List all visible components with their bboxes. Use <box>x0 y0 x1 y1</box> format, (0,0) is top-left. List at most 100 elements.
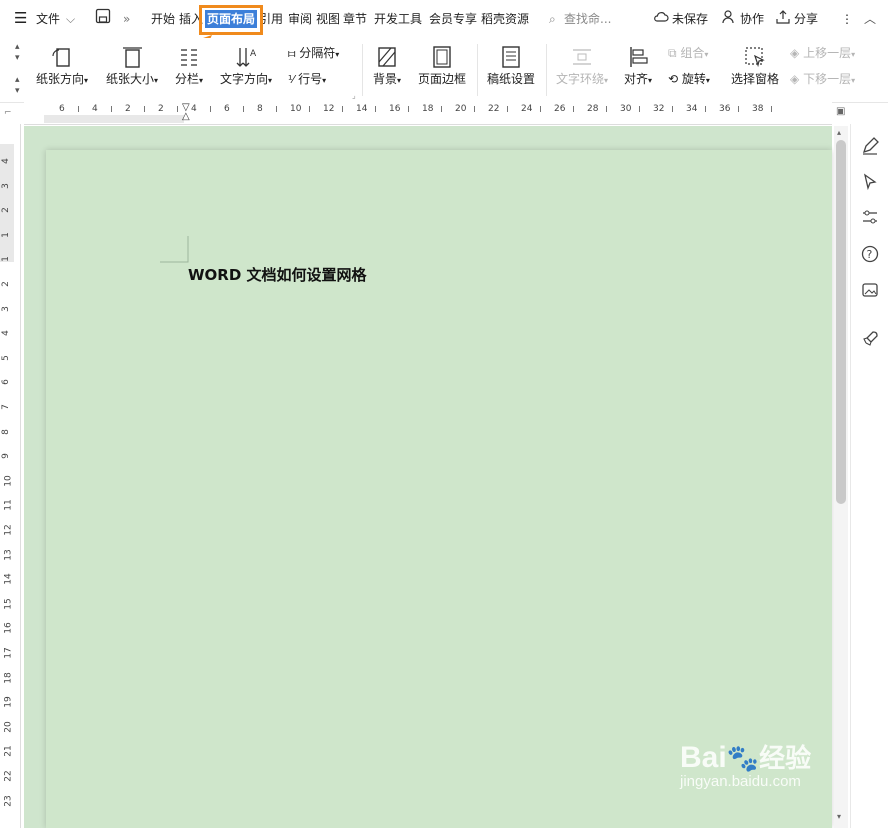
indent-marker-icon[interactable]: ▽ △ <box>182 103 190 122</box>
hamburger-icon[interactable]: ☰ <box>14 9 27 27</box>
ruler-tick <box>78 106 79 112</box>
ruler-number: 10 <box>3 475 14 487</box>
text-direction-button[interactable]: A 文字方向▾ <box>220 44 272 87</box>
baidu-watermark: Bai🐾经验 jingyan.baidu.com <box>680 741 812 790</box>
tab-member[interactable]: 会员专享 <box>429 10 477 28</box>
line-number-button[interactable]: ⅟ 行号▾ <box>288 70 326 87</box>
ruler-number: 4 <box>0 158 11 164</box>
page-border-button[interactable]: 页面边框 <box>418 44 466 87</box>
vertical-ruler[interactable]: 4 3 2 1 1 2 3 4 5 6 7 8 9 10 11 12 13 14 15 16 17 18 19 20 21 22 2… <box>0 124 21 828</box>
ruler-tick <box>771 106 772 112</box>
columns-icon <box>181 49 198 66</box>
ruler-number: 15 <box>3 598 14 610</box>
ruler-number: 22 <box>3 770 14 782</box>
ruler-number: 20 <box>455 104 467 114</box>
share-button[interactable]: 分享 <box>794 10 818 28</box>
ruler-number: 21 <box>3 745 14 758</box>
ruler-number: 13 <box>3 548 14 561</box>
more-tabs-icon[interactable]: » <box>123 10 130 28</box>
align-button[interactable]: 对齐▾ <box>624 44 652 87</box>
ruler-tick <box>309 106 310 112</box>
ruler-number: 14 <box>356 104 368 114</box>
ruler-number: 10 <box>290 104 302 114</box>
cursor-icon[interactable] <box>861 173 879 191</box>
sliders-icon[interactable] <box>861 208 879 226</box>
ruler-corner[interactable]: ⌐ <box>4 108 12 118</box>
ruler-number: 26 <box>554 104 566 114</box>
document-title-text[interactable]: WORD 文档如何设置网格 <box>188 264 367 285</box>
tab-home[interactable]: 开始 <box>151 10 175 28</box>
ruler-number: 19 <box>3 696 14 708</box>
send-backward-button[interactable]: ◈ 下移一层▾ <box>790 70 855 87</box>
send-backward-icon: ◈ <box>790 72 800 86</box>
ruler-number: 18 <box>422 104 434 114</box>
selection-pane-icon <box>745 47 765 68</box>
file-menu[interactable]: 文件 <box>36 10 60 28</box>
tab-review[interactable]: 审阅 <box>288 10 312 28</box>
bring-forward-button[interactable]: ◈ 上移一层▾ <box>790 44 855 61</box>
image-icon[interactable] <box>861 281 879 299</box>
paper-size-icon <box>123 47 143 68</box>
help-icon[interactable]: ? <box>861 245 879 263</box>
scroll-down-icon[interactable]: ▾ <box>837 812 841 821</box>
ruler-number: 20 <box>3 721 14 733</box>
ruler-number: 17 <box>3 647 14 659</box>
separator-button[interactable]: ⧦ 分隔符▾ <box>288 44 339 61</box>
dialog-launcher-icon[interactable]: ⌟ <box>352 91 356 100</box>
tab-developer[interactable]: 开发工具 <box>374 10 422 28</box>
ruler-number: 16 <box>389 104 401 114</box>
ruler-number: 4 <box>92 104 98 114</box>
rotate-button[interactable]: ⟲ 旋转▾ <box>668 70 710 87</box>
orientation-icon <box>52 48 70 67</box>
ruler-tick <box>408 106 409 112</box>
ruler-tick <box>210 106 211 112</box>
scrollbar-thumb[interactable] <box>836 140 846 504</box>
paper-size-button[interactable]: 纸张大小▾ <box>106 44 158 87</box>
more-options-icon[interactable]: ⋮ <box>841 10 853 28</box>
pen-icon[interactable] <box>861 137 879 155</box>
ruler-tick <box>441 106 442 112</box>
rocket-icon[interactable] <box>861 330 879 348</box>
ruler-number: 14 <box>3 573 14 585</box>
horizontal-ruler[interactable]: 6 4 2 2 4 6 8 10 12 14 16 18 20 22 24 26 28 30 32 34 36 38 ▽ △ <box>24 102 832 125</box>
orientation-button[interactable]: 纸张方向▾ <box>36 44 88 87</box>
unsaved-status[interactable]: 未保存 <box>672 10 708 28</box>
scroll-up-icon[interactable]: ▴ <box>837 128 841 137</box>
tab-section[interactable]: 章节 <box>343 10 367 28</box>
ruler-margin-left <box>44 115 184 123</box>
svg-text:A: A <box>250 49 257 59</box>
background-icon <box>378 47 396 67</box>
ruler-number: 28 <box>587 104 599 114</box>
text-wrap-button[interactable]: 文字环绕▾ <box>556 44 608 87</box>
tab-docer[interactable]: 稻壳资源 <box>481 10 529 28</box>
ribbon-divider <box>362 44 363 96</box>
rotate-icon: ⟲ <box>668 72 679 86</box>
ruler-number: 1 <box>0 231 11 238</box>
group-button[interactable]: ⧉ 组合▾ <box>668 44 708 61</box>
ruler-tick <box>639 106 640 112</box>
text-direction-icon: A <box>236 48 257 67</box>
background-button[interactable]: 背景▾ <box>373 44 401 87</box>
collapse-ribbon-icon[interactable]: ︿ <box>864 10 876 28</box>
collaborate-button[interactable]: 协作 <box>740 10 764 28</box>
tab-view[interactable]: 视图 <box>316 10 340 28</box>
align-icon <box>630 47 648 67</box>
line-number-icon: ⅟ <box>288 73 295 86</box>
grid-paper-button[interactable]: 稿纸设置 <box>487 44 535 87</box>
ruler-tick <box>177 106 178 112</box>
columns-button[interactable]: 分栏▾ <box>175 44 203 87</box>
save-icon[interactable] <box>95 8 111 29</box>
cloud-icon <box>653 9 669 30</box>
ruler-number: 2 <box>125 104 131 114</box>
chevron-down-icon[interactable]: ⌵ <box>66 10 75 28</box>
selection-pane-button[interactable]: 选择窗格 <box>731 44 779 87</box>
margin-corner-mark <box>160 236 189 263</box>
ruler-number: 4 <box>0 330 11 337</box>
ruler-number: 23 <box>3 794 14 807</box>
ruler-toggle-icon[interactable]: ▣ <box>836 106 845 117</box>
ruler-number: 2 <box>0 207 11 214</box>
search-input[interactable]: 查找命... <box>564 10 611 28</box>
ribbon-divider <box>546 44 547 96</box>
margin-spinner[interactable]: ▴ ▾ ▴ ▾ <box>15 42 20 97</box>
bring-forward-icon: ◈ <box>790 46 800 60</box>
